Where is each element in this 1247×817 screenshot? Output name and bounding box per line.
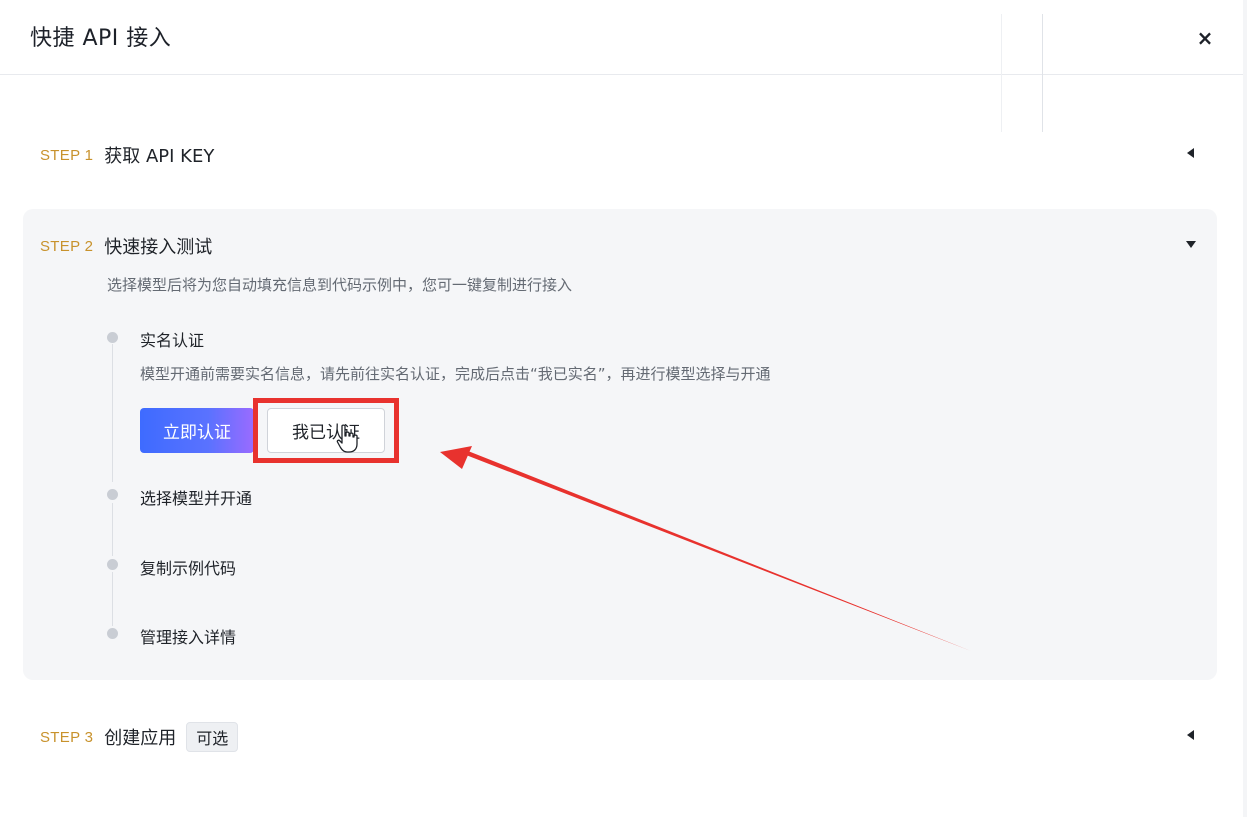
timeline-item-manage: 管理接入详情 bbox=[140, 628, 237, 647]
step-2-header[interactable]: STEP 2 快速接入测试 bbox=[40, 233, 212, 259]
divider bbox=[1001, 14, 1002, 132]
timeline-connector bbox=[112, 503, 113, 556]
step-title: 获取 API KEY bbox=[104, 146, 215, 167]
step-title: 快速接入测试 bbox=[104, 237, 213, 258]
step-1-header[interactable]: STEP 1 获取 API KEY bbox=[40, 142, 214, 168]
step-title: 创建应用 bbox=[104, 728, 177, 749]
caret-down-icon[interactable] bbox=[1186, 241, 1196, 248]
timeline-connector bbox=[112, 344, 113, 482]
timeline-item-select-model: 选择模型并开通 bbox=[140, 489, 253, 508]
timeline-item-verification: 实名认证 bbox=[140, 331, 205, 350]
scrollbar-track[interactable] bbox=[1243, 0, 1247, 817]
dialog-title: 快捷 API 接入 bbox=[30, 26, 172, 51]
annotation-highlight-box bbox=[253, 398, 399, 463]
step-number: STEP 1 bbox=[40, 146, 94, 164]
api-quick-access-dialog: 快捷 API 接入 × STEP 1 获取 API KEY STEP 2 快速接… bbox=[0, 0, 1247, 817]
timeline-dot bbox=[107, 332, 118, 343]
verify-now-button[interactable]: 立即认证 bbox=[140, 408, 254, 453]
close-icon[interactable]: × bbox=[1193, 26, 1217, 50]
step-3-header[interactable]: STEP 3 创建应用 可选 bbox=[40, 722, 239, 752]
timeline-dot bbox=[107, 628, 118, 639]
step-number: STEP 2 bbox=[40, 237, 94, 255]
timeline-item-description: 模型开通前需要实名信息，请先前往实名认证，完成后点击“我已实名”，再进行模型选择… bbox=[140, 365, 771, 383]
timeline-connector bbox=[112, 572, 113, 626]
divider bbox=[1042, 14, 1043, 132]
caret-left-icon[interactable] bbox=[1187, 148, 1194, 158]
timeline-item-copy-code: 复制示例代码 bbox=[140, 559, 237, 578]
optional-badge: 可选 bbox=[186, 722, 239, 752]
timeline-dot bbox=[107, 559, 118, 570]
dialog-header: 快捷 API 接入 × bbox=[0, 0, 1247, 75]
timeline-dot bbox=[107, 489, 118, 500]
hand-pointer-icon bbox=[336, 424, 358, 453]
step-number: STEP 3 bbox=[40, 728, 94, 746]
caret-left-icon[interactable] bbox=[1187, 730, 1194, 740]
step-description: 选择模型后将为您自动填充信息到代码示例中，您可一键复制进行接入 bbox=[107, 276, 573, 294]
